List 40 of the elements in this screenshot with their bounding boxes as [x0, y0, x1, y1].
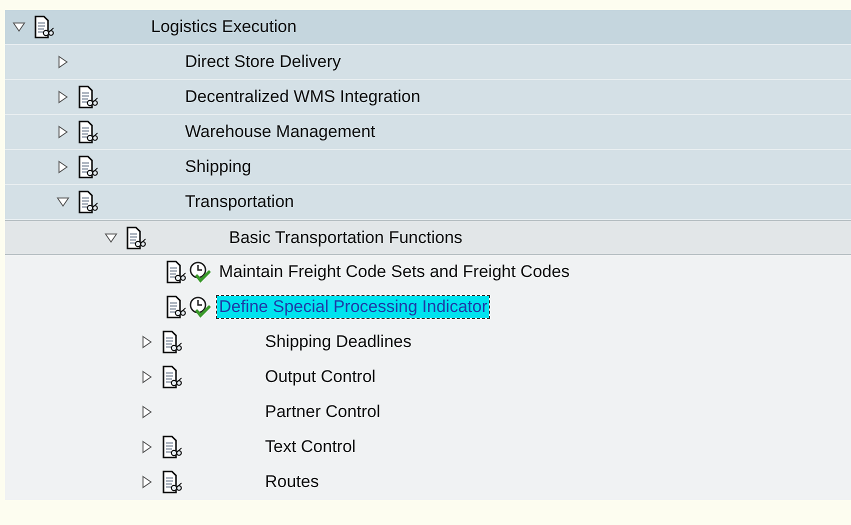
expanded-triangle-icon [56, 195, 70, 209]
document-glasses-icon[interactable] [162, 435, 182, 459]
collapsed-triangle-icon [140, 440, 154, 454]
clock-check-icon[interactable] [189, 296, 211, 318]
document-glasses-icon[interactable] [34, 15, 54, 39]
expanded-triangle-icon [104, 230, 118, 244]
node-label[interactable]: Routes [263, 471, 321, 493]
collapsed-triangle-icon [140, 370, 154, 384]
document-glasses-icon[interactable] [162, 470, 182, 494]
document-glasses-icon[interactable] [78, 120, 98, 144]
document-glasses-icon[interactable] [78, 190, 98, 214]
document-glasses-icon[interactable] [126, 226, 146, 250]
node-label[interactable]: Shipping [183, 156, 254, 178]
document-glasses-icon[interactable] [166, 295, 186, 319]
collapsed-triangle-icon [140, 475, 154, 489]
collapsed-triangle-icon [56, 55, 70, 69]
collapsed-triangle-icon [56, 125, 70, 139]
node-label[interactable]: Define Special Processing Indicator [217, 296, 490, 318]
collapsed-triangle-icon [140, 335, 154, 349]
node-label[interactable]: Decentralized WMS Integration [183, 86, 422, 108]
collapsed-triangle-icon [56, 90, 70, 104]
node-label[interactable]: Logistics Execution [149, 16, 299, 38]
document-glasses-icon[interactable] [166, 260, 186, 284]
document-glasses-icon[interactable] [162, 365, 182, 389]
document-glasses-icon[interactable] [78, 155, 98, 179]
node-label[interactable]: Warehouse Management [183, 121, 378, 143]
node-label[interactable]: Shipping Deadlines [263, 331, 414, 353]
node-label[interactable]: Transportation [183, 191, 296, 213]
node-label[interactable]: Text Control [263, 436, 358, 458]
document-glasses-icon[interactable] [78, 85, 98, 109]
clock-check-icon[interactable] [189, 261, 211, 283]
collapsed-triangle-icon [140, 405, 154, 419]
document-glasses-icon[interactable] [162, 330, 182, 354]
node-label[interactable]: Direct Store Delivery [183, 51, 343, 73]
collapsed-triangle-icon [56, 160, 70, 174]
expanded-triangle-icon [12, 20, 26, 34]
node-label[interactable]: Output Control [263, 366, 378, 388]
node-label[interactable]: Basic Transportation Functions [227, 226, 464, 248]
node-label[interactable]: Maintain Freight Code Sets and Freight Codes [217, 261, 572, 283]
node-label[interactable]: Partner Control [263, 401, 382, 423]
